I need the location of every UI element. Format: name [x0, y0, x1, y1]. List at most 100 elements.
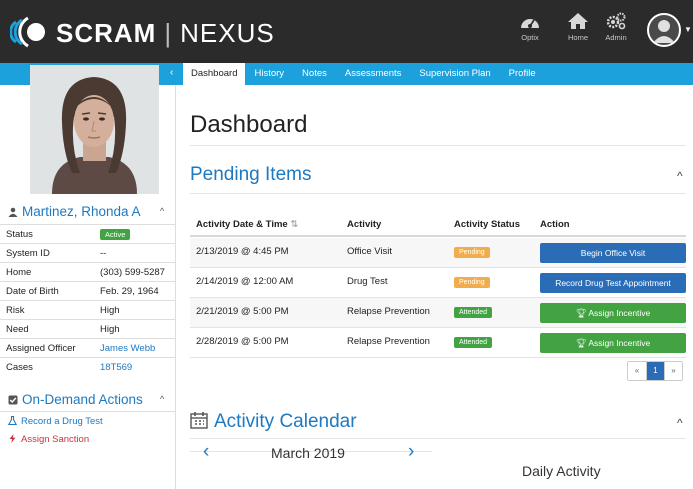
- sort-icon: ⇅: [290, 219, 299, 230]
- assign-sanction-link[interactable]: Assign Sanction: [8, 434, 89, 445]
- tab-profile[interactable]: Profile: [500, 63, 545, 85]
- calendar-month-label: March 2019: [271, 445, 345, 461]
- divider: [190, 145, 686, 146]
- info-value: (303) 599-5287: [100, 267, 165, 278]
- tab-assessments[interactable]: Assessments: [336, 63, 411, 85]
- info-key: System ID: [6, 248, 50, 259]
- activity-calendar-title: Activity Calendar: [190, 411, 357, 433]
- pending-items-title: Pending Items: [190, 164, 312, 185]
- user-menu-caret-icon[interactable]: ▼: [684, 25, 692, 34]
- cell-date: 2/14/2019 @ 12:00 AM: [196, 276, 294, 287]
- pagination-next[interactable]: »: [664, 362, 682, 380]
- record-drug-test-appointment-button[interactable]: Record Drug Test Appointment: [540, 273, 686, 293]
- column-header-activity: Activity: [347, 219, 382, 230]
- assign-incentive-label: Assign Incentive: [588, 308, 651, 318]
- info-value: Feb. 29, 1964: [100, 286, 159, 297]
- main-content: Dashboard Pending Items ^ Activity Date …: [176, 85, 693, 489]
- assigned-officer-link[interactable]: James Webb: [100, 343, 155, 354]
- info-row-home: Home (303) 599-5287: [0, 262, 175, 281]
- tab-notes[interactable]: Notes: [293, 63, 336, 85]
- table-row: 2/28/2019 @ 5:00 PM Relapse Prevention A…: [190, 328, 686, 358]
- participant-name-text: Martinez, Rhonda A: [22, 204, 141, 219]
- info-row-assigned-officer: Assigned Officer James Webb: [0, 338, 175, 357]
- column-header-date-text: Activity Date & Time: [196, 219, 288, 230]
- assign-incentive-button[interactable]: 🏆︎ Assign Incentive: [540, 303, 686, 323]
- info-value: --: [100, 248, 107, 259]
- assign-sanction-text: Assign Sanction: [21, 434, 90, 445]
- dashboard-gauge-icon: [521, 19, 539, 28]
- user-avatar-icon: [653, 20, 675, 43]
- cell-status: Pending: [454, 246, 490, 258]
- cell-date: 2/28/2019 @ 5:00 PM: [196, 336, 289, 347]
- info-value: High: [100, 324, 120, 335]
- info-row-system-id: System ID --: [0, 243, 175, 262]
- participant-photo: [30, 65, 159, 194]
- case-link[interactable]: 18T569: [100, 362, 132, 373]
- cell-activity: Relapse Prevention: [347, 336, 430, 347]
- tab-supervision-plan[interactable]: Supervision Plan: [410, 63, 499, 85]
- nav-home-label: Home: [567, 33, 588, 42]
- cell-date: 2/13/2019 @ 4:45 PM: [196, 246, 289, 257]
- brand-nexus: NEXUS: [180, 18, 275, 48]
- cell-activity: Office Visit: [347, 246, 393, 257]
- activity-calendar-text: Activity Calendar: [214, 411, 357, 432]
- pending-items-collapse-icon[interactable]: ^: [677, 169, 683, 183]
- table-header: Activity Date & Time ⇅ Activity Activity…: [190, 213, 686, 237]
- lightning-icon: [9, 434, 16, 443]
- on-demand-actions-title: On-Demand Actions: [8, 392, 143, 407]
- column-header-status: Activity Status: [454, 219, 520, 230]
- activity-calendar-collapse-icon[interactable]: ^: [677, 416, 683, 430]
- on-demand-collapse-icon[interactable]: ^: [160, 394, 164, 404]
- divider: [190, 438, 686, 439]
- daily-activity-title: Daily Activity: [522, 463, 601, 479]
- tab-dashboard[interactable]: Dashboard: [183, 63, 246, 85]
- pagination-page-1[interactable]: 1: [646, 362, 664, 380]
- user-icon: [8, 207, 18, 217]
- cell-status: Pending: [454, 276, 490, 288]
- nav-optix-label: Optix: [521, 33, 539, 42]
- pagination: « 1 »: [627, 361, 683, 381]
- status-badge: Pending: [454, 277, 490, 288]
- table-row: 2/13/2019 @ 4:45 PM Office Visit Pending…: [190, 238, 686, 268]
- tab-history[interactable]: History: [245, 63, 293, 85]
- status-badge: Pending: [454, 247, 490, 258]
- participant-sidebar: Martinez, Rhonda A ^ Status Active Syste…: [0, 0, 176, 489]
- info-key: Date of Birth: [6, 286, 59, 297]
- assign-incentive-button[interactable]: 🏆︎ Assign Incentive: [540, 333, 686, 353]
- info-key: Risk: [6, 305, 25, 316]
- calendar-icon: [190, 412, 208, 429]
- table-row: 2/21/2019 @ 5:00 PM Relapse Prevention A…: [190, 298, 686, 328]
- info-value: High: [100, 305, 120, 316]
- participant-name: Martinez, Rhonda A: [8, 204, 141, 219]
- record-drug-test-link[interactable]: Record a Drug Test: [7, 415, 103, 427]
- status-badge: Active: [100, 229, 131, 240]
- nav-home-button[interactable]: Home: [560, 12, 596, 42]
- nav-admin-label: Admin: [605, 33, 627, 42]
- info-row-cases: Cases 18T569: [0, 357, 175, 376]
- assign-incentive-label: Assign Incentive: [588, 338, 651, 348]
- nav-optix-button[interactable]: Optix: [512, 12, 548, 42]
- on-demand-actions-text: On-Demand Actions: [22, 392, 143, 407]
- column-header-action: Action: [540, 219, 570, 230]
- trophy-icon: 🏆︎: [575, 308, 587, 318]
- flask-icon: [7, 415, 18, 426]
- info-key: Cases: [6, 362, 33, 373]
- cell-status: Attended: [454, 336, 493, 348]
- nav-admin-button[interactable]: Admin: [598, 12, 634, 42]
- info-key: Home: [6, 267, 32, 278]
- user-avatar[interactable]: [647, 13, 681, 47]
- checkbox-icon: [8, 395, 18, 405]
- calendar-prev-month-button[interactable]: ‹: [203, 441, 209, 463]
- begin-office-visit-button[interactable]: Begin Office Visit: [540, 243, 686, 263]
- status-badge: Attended: [454, 337, 493, 348]
- home-icon: [568, 13, 588, 29]
- calendar-next-month-button[interactable]: ›: [408, 441, 414, 463]
- pagination-prev[interactable]: «: [628, 362, 646, 380]
- column-header-date[interactable]: Activity Date & Time ⇅: [196, 219, 298, 230]
- status-badge: Attended: [454, 307, 493, 318]
- participant-info-collapse-icon[interactable]: ^: [160, 206, 164, 216]
- cell-activity: Drug Test: [347, 276, 388, 287]
- gears-icon: [606, 12, 626, 30]
- record-drug-test-text: Record a Drug Test: [21, 416, 103, 427]
- cell-activity: Relapse Prevention: [347, 306, 430, 317]
